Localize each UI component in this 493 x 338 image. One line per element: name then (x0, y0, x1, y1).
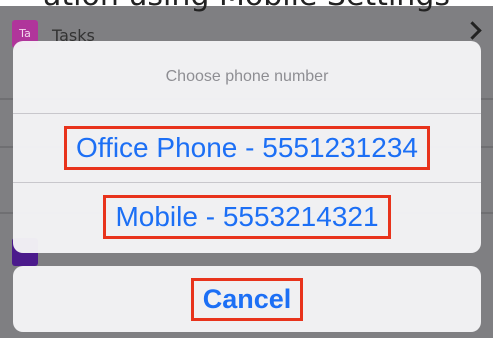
action-sheet-title: Choose phone number (13, 41, 481, 114)
office-phone-option[interactable]: Office Phone - 5551231234 (13, 114, 481, 183)
office-phone-label[interactable]: Office Phone - 5551231234 (64, 126, 430, 170)
chevron-right-icon (463, 21, 482, 40)
cancel-button[interactable]: Cancel (13, 266, 481, 332)
phone-number-action-sheet: Choose phone number Office Phone - 55512… (13, 41, 481, 253)
mobile-phone-option[interactable]: Mobile - 5553214321 (13, 183, 481, 251)
page-caption: ation using Mobile Settings (0, 0, 493, 13)
cancel-label[interactable]: Cancel (190, 277, 304, 321)
mobile-phone-label[interactable]: Mobile - 5553214321 (103, 195, 391, 239)
